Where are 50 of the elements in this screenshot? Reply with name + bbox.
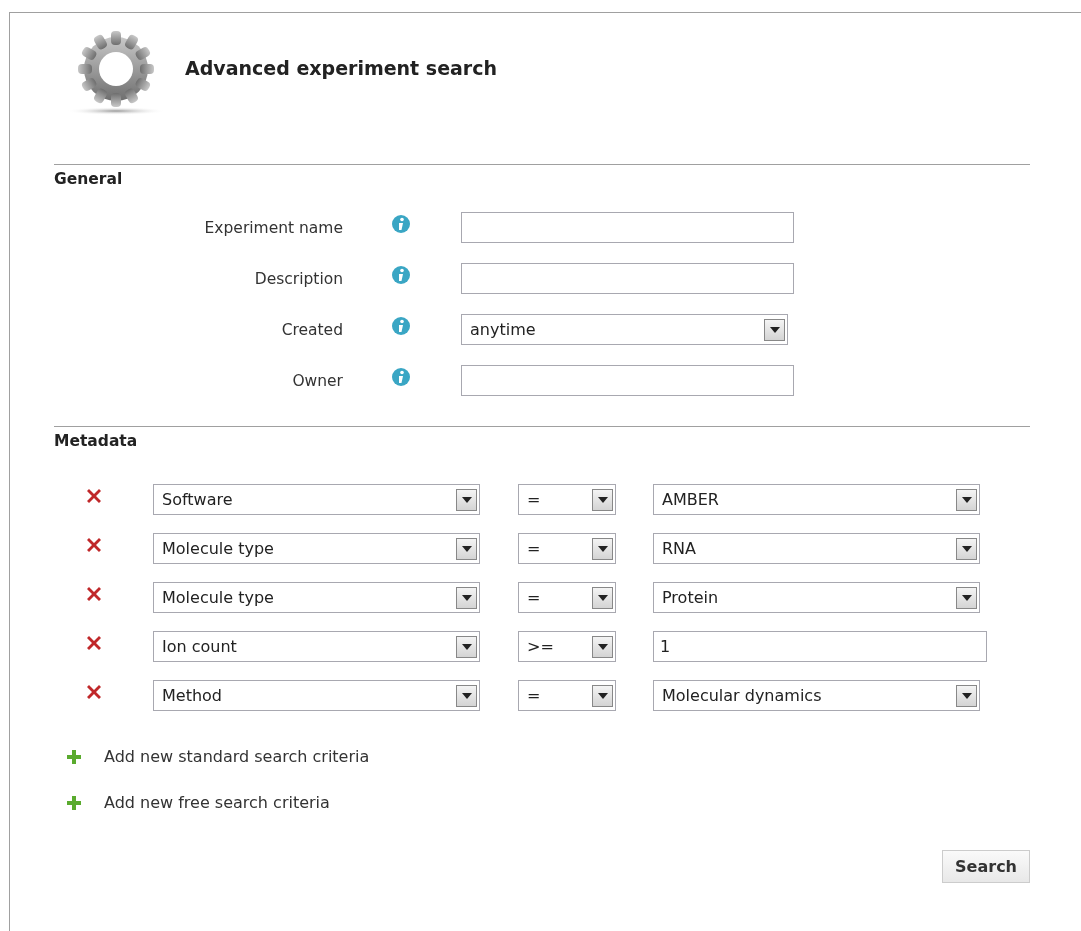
dropdown[interactable]: anytime <box>461 314 788 345</box>
caret-icon <box>461 692 472 699</box>
plus-icon[interactable] <box>66 794 82 811</box>
caret-icon <box>961 594 972 601</box>
dropdown[interactable]: Software <box>153 484 480 515</box>
dropdown[interactable]: Molecule type <box>153 533 480 564</box>
section-heading: General <box>54 169 123 188</box>
caret-icon <box>597 594 608 601</box>
dropdown[interactable]: = <box>518 582 616 613</box>
caret-icon <box>461 643 472 650</box>
add-criteria-link[interactable]: Add new free search criteria <box>104 793 330 812</box>
plus-icon[interactable] <box>66 748 82 765</box>
dropdown[interactable]: Ion count <box>153 631 480 662</box>
dropdown[interactable]: Molecular dynamics <box>653 680 980 711</box>
info-icon[interactable] <box>391 264 411 285</box>
input-field[interactable] <box>461 365 794 396</box>
caret-icon <box>961 545 972 552</box>
dropdown[interactable]: >= <box>518 631 616 662</box>
field-label: Created <box>280 320 343 339</box>
caret-icon <box>461 594 472 601</box>
search-button[interactable]: Search <box>942 850 1030 883</box>
page-title: Advanced experiment search <box>185 57 497 79</box>
input-field[interactable] <box>461 263 794 294</box>
caret-icon <box>597 643 608 650</box>
input-field[interactable] <box>461 212 794 243</box>
caret-icon <box>769 326 780 333</box>
field-label: Experiment name <box>203 218 343 237</box>
caret-icon <box>961 496 972 503</box>
caret-icon <box>597 496 608 503</box>
info-icon[interactable] <box>391 315 411 336</box>
caret-icon <box>461 545 472 552</box>
dropdown[interactable]: AMBER <box>653 484 980 515</box>
dropdown[interactable]: Protein <box>653 582 980 613</box>
dropdown[interactable]: Molecule type <box>153 582 480 613</box>
caret-icon <box>597 692 608 699</box>
input-field[interactable]: 1 <box>653 631 987 662</box>
add-criteria-link[interactable]: Add new standard search criteria <box>104 747 370 766</box>
dropdown[interactable]: = <box>518 533 616 564</box>
caret-icon <box>597 545 608 552</box>
dropdown[interactable]: Method <box>153 680 480 711</box>
dropdown[interactable]: = <box>518 680 616 711</box>
dropdown[interactable]: RNA <box>653 533 980 564</box>
info-icon[interactable] <box>391 213 411 234</box>
info-icon[interactable] <box>391 366 411 387</box>
dropdown[interactable]: = <box>518 484 616 515</box>
field-label: Owner <box>291 371 343 390</box>
caret-icon <box>461 496 472 503</box>
caret-icon <box>961 692 972 699</box>
section-heading: Metadata <box>54 431 138 450</box>
field-label: Description <box>253 269 343 288</box>
